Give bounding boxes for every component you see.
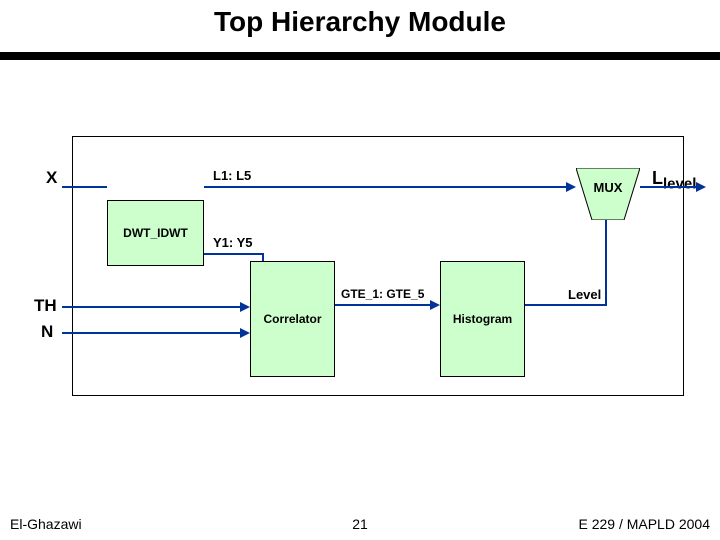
wire-out	[640, 186, 696, 188]
wire-x	[62, 186, 107, 188]
mux-label: MUX	[576, 180, 640, 195]
arrow-into-mux-icon	[566, 182, 576, 192]
footer-conf: E 229 / MAPLD 2004	[578, 516, 710, 532]
wire-l1l5	[204, 186, 566, 188]
wire-level-label: Level	[568, 287, 601, 302]
wire-l1l5-label: L1: L5	[213, 168, 251, 183]
block-correlator: Correlator	[250, 261, 335, 377]
wire-y1y5-v	[262, 253, 264, 261]
l-prefix: L	[652, 168, 663, 188]
arrow-th-icon	[240, 302, 250, 312]
l-sub: level	[663, 176, 696, 193]
wire-th	[62, 306, 240, 308]
arrow-out-icon	[696, 182, 706, 192]
wire-gte-label: GTE_1: GTE_5	[341, 287, 424, 301]
output-llevel: Llevel	[652, 168, 696, 193]
wire-y1y5-label: Y1: Y5	[213, 235, 253, 250]
port-th-label: TH	[34, 296, 57, 316]
wire-level-v	[605, 220, 607, 306]
wire-gte	[335, 304, 430, 306]
slide: Top Hierarchy Module DWT_IDWT Correlator…	[0, 0, 720, 540]
wire-n	[62, 332, 240, 334]
arrow-gte-icon	[430, 300, 440, 310]
port-x-label: X	[46, 168, 57, 188]
slide-title: Top Hierarchy Module	[0, 6, 720, 38]
block-dwt-idwt: DWT_IDWT	[107, 200, 204, 266]
block-histogram: Histogram	[440, 261, 525, 377]
arrow-n-icon	[240, 328, 250, 338]
title-divider	[0, 52, 720, 60]
wire-y1y5-h	[204, 253, 264, 255]
port-n-label: N	[41, 322, 53, 342]
wire-level-h	[525, 304, 607, 306]
